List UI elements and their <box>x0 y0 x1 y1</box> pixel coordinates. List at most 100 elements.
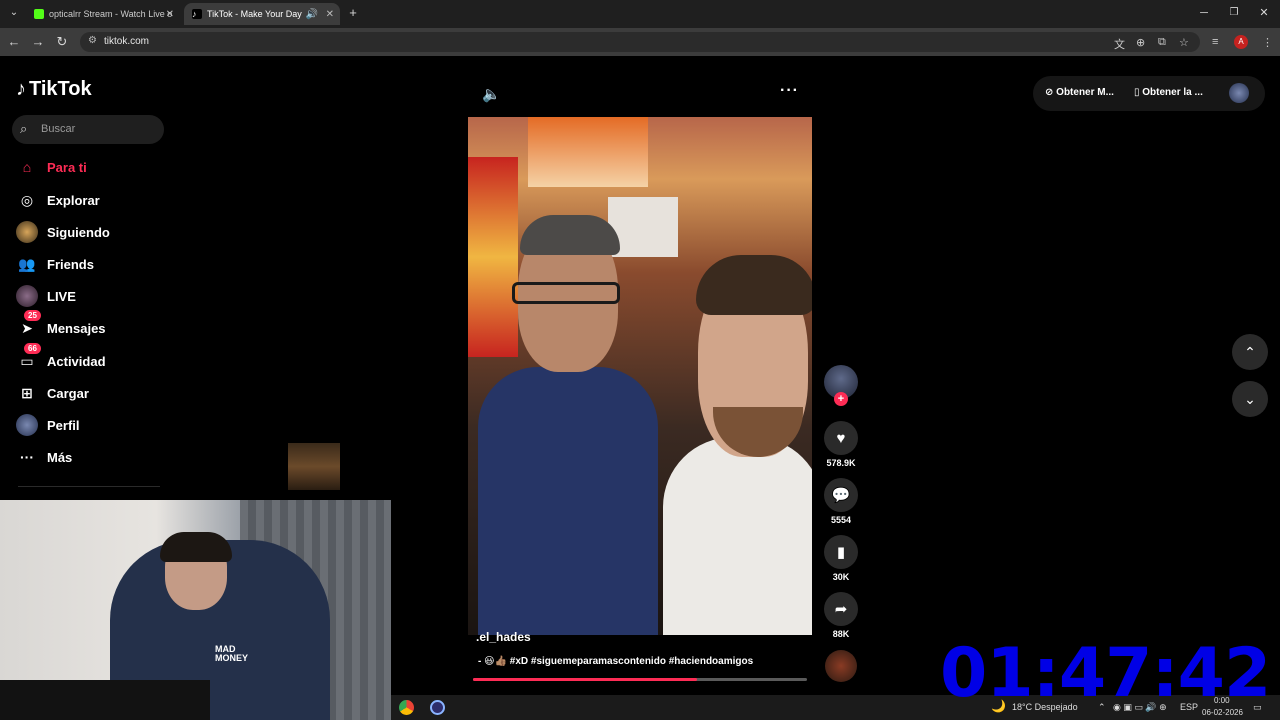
video-caption[interactable]: - 😃👍🏽 #xD #siguemeparamascontenido #haci… <box>478 656 753 667</box>
coin-icon: ⊘ <box>1045 87 1057 98</box>
nav-label: Perfil <box>47 417 80 433</box>
nav-item-live[interactable]: LIVE <box>16 284 76 308</box>
comment-button[interactable]: 💬 5554 <box>824 478 858 525</box>
nav-item-explorar[interactable]: ◎ Explorar <box>16 188 100 212</box>
kick-favicon-icon <box>34 9 44 19</box>
close-tab-icon[interactable]: ✕ <box>326 9 334 20</box>
nav-item-mas[interactable]: ··· Más <box>16 445 72 469</box>
video-progress-fill <box>473 678 697 681</box>
nav-item-perfil[interactable]: Perfil <box>16 413 80 437</box>
nav-item-actividad[interactable]: ▭ 66 Actividad <box>16 343 106 373</box>
streamer-hair <box>160 532 232 562</box>
profile-avatar-icon <box>16 414 38 436</box>
nav-label: LIVE <box>47 288 76 304</box>
tab-tiktok[interactable]: ♪ TikTok - Make Your Day 🔊 ✕ <box>184 3 340 25</box>
tab-search-icon[interactable]: ⌄ <box>6 5 22 21</box>
nav-item-siguiendo[interactable]: Siguiendo <box>16 220 110 244</box>
tiktok-note-icon: ♪ <box>16 78 26 100</box>
live-avatar-icon <box>16 285 38 307</box>
stream-timer: 01:47:42 <box>940 634 1271 713</box>
heart-icon: ♥ <box>824 421 858 455</box>
get-coins-button[interactable]: ⊘ Obtener M... <box>1045 87 1114 98</box>
menu-kebab-icon[interactable]: ⋮ <box>1262 36 1273 49</box>
nav-item-cargar[interactable]: ⊞ Cargar <box>16 381 89 405</box>
address-bar: ← → ↻ ⚙ tiktok.com 文 ⊕ ⧉ ☆ ≡ A ⋮ <box>0 28 1280 56</box>
nav-item-mensajes[interactable]: ➤ 25 Mensajes <box>16 310 106 340</box>
video-progress-bar[interactable] <box>473 678 807 681</box>
url-text: tiktok.com <box>104 36 150 47</box>
ellipsis-icon: ··· <box>20 449 34 465</box>
tiktok-logo[interactable]: ♪ TikTok <box>16 78 92 101</box>
get-coins-label: Obtener M... <box>1056 87 1114 98</box>
bookmark-star-icon[interactable]: ☆ <box>1179 36 1189 49</box>
share-count: 88K <box>832 629 850 639</box>
account-avatar[interactable] <box>1229 83 1249 103</box>
friends-icon: 👥 <box>18 255 36 272</box>
save-button[interactable]: ▮ 30K <box>824 535 858 582</box>
video-frame <box>478 367 658 635</box>
url-field[interactable]: ⚙ tiktok.com <box>80 32 1200 52</box>
search-icon: ⌕ <box>20 121 28 136</box>
chrome-taskbar-icon[interactable] <box>399 700 414 715</box>
install-app-icon[interactable]: ⧉ <box>1158 36 1166 49</box>
reload-icon[interactable]: ↻ <box>54 34 70 50</box>
nav-label: Cargar <box>47 385 89 401</box>
like-count: 578.9K <box>826 458 856 468</box>
video-author[interactable]: .el_hades <box>476 630 531 644</box>
messages-badge: 25 <box>24 310 41 321</box>
app-taskbar-icon[interactable] <box>430 700 445 715</box>
minimize-icon[interactable]: ─ <box>1196 5 1212 21</box>
site-info-icon[interactable]: ⚙ <box>88 35 97 46</box>
close-tab-icon[interactable]: ✕ <box>166 9 174 20</box>
volume-icon[interactable]: 🔈 <box>482 85 501 103</box>
music-disc-icon[interactable] <box>825 650 857 682</box>
zoom-icon[interactable]: ⊕ <box>1136 36 1145 49</box>
translate-icon[interactable]: 文 <box>1114 36 1125 52</box>
tab-kick-stream[interactable]: opticalrr Stream - Watch Live o ✕ <box>26 3 180 25</box>
restore-icon[interactable]: ❐ <box>1226 5 1242 21</box>
video-frame <box>663 437 812 635</box>
nav-label: Más <box>47 449 73 465</box>
like-button[interactable]: ♥ 578.9K <box>824 421 858 468</box>
video-player[interactable] <box>468 117 812 635</box>
plus-square-icon: ⊞ <box>21 384 33 401</box>
save-count: 30K <box>832 572 850 582</box>
new-tab-icon[interactable]: + <box>345 5 361 21</box>
send-icon: ➤ 25 <box>16 310 41 339</box>
desk <box>0 680 210 720</box>
nav-item-friends[interactable]: 👥 Friends <box>16 252 94 276</box>
nav-label: Friends <box>47 256 94 272</box>
previous-video-button[interactable]: ⌃ <box>1232 334 1268 370</box>
close-window-icon[interactable]: ✕ <box>1256 5 1272 21</box>
video-frame <box>512 282 620 304</box>
search-input[interactable]: ⌕ Buscar <box>12 115 164 144</box>
sidebar-divider <box>18 486 160 487</box>
nav-label: Para ti <box>47 159 87 175</box>
forward-icon[interactable]: → <box>30 34 46 50</box>
nav-label: Actividad <box>47 353 106 369</box>
nav-item-para-ti[interactable]: ⌂ Para ti <box>16 155 87 179</box>
back-icon[interactable]: ← <box>6 34 22 50</box>
comment-count: 5554 <box>830 515 852 525</box>
reading-list-icon[interactable]: ≡ <box>1212 36 1218 48</box>
video-frame <box>468 157 518 357</box>
search-placeholder: Buscar <box>41 123 76 135</box>
compass-icon: ◎ <box>20 191 34 208</box>
next-video-button[interactable]: ⌄ <box>1232 381 1268 417</box>
get-app-button[interactable]: ▯ Obtener la ... <box>1134 87 1203 98</box>
profile-avatar-icon[interactable]: A <box>1234 35 1248 49</box>
share-button[interactable]: ➦ 88K <box>824 592 858 639</box>
chevron-down-icon: ⌄ <box>1244 390 1256 407</box>
logo-text: TikTok <box>29 78 92 100</box>
follow-plus-icon[interactable]: + <box>834 392 848 406</box>
webcam-overlay: MAD MONEY <box>0 500 391 720</box>
floating-thumbnail <box>288 443 340 490</box>
tiktok-favicon-icon: ♪ <box>192 9 202 19</box>
bookmark-icon: ▮ <box>824 535 858 569</box>
nav-label: Siguiendo <box>47 224 110 240</box>
video-frame <box>528 117 648 187</box>
inbox-icon: ▭ 66 <box>16 343 41 372</box>
speaker-icon[interactable]: 🔊 <box>306 9 318 20</box>
share-arrow-icon: ➦ <box>824 592 858 626</box>
more-options-icon[interactable]: ··· <box>780 82 799 100</box>
